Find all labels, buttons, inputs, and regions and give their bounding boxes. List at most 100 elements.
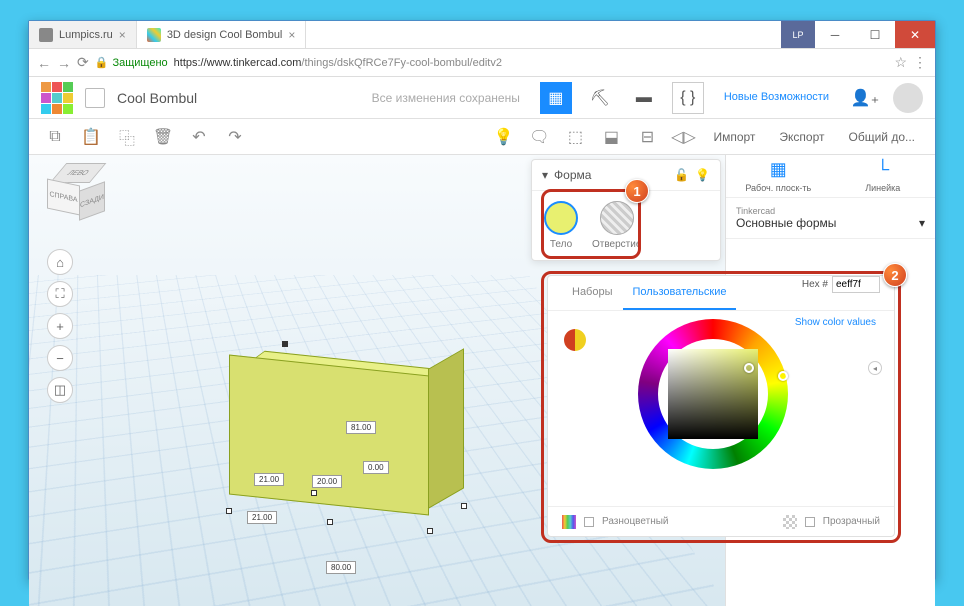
duplicate-button[interactable]: ⿻	[113, 123, 141, 151]
browser-window: Lumpics.ru × 3D design Cool Bombul × LP …	[28, 20, 936, 580]
code-blocks-button[interactable]: { }	[672, 82, 704, 114]
resize-handle[interactable]	[311, 490, 317, 496]
view-grid-button[interactable]: ▦	[540, 82, 572, 114]
url-field[interactable]: https://www.tinkercad.com/things/dskQfRC…	[174, 57, 889, 69]
bulb-icon[interactable]: 💡	[695, 168, 710, 182]
lock-icon[interactable]: 🔓	[674, 168, 689, 182]
window-controls: LP ─ ☐ ✕	[781, 21, 935, 48]
star-icon[interactable]: ☆	[894, 54, 907, 71]
dimension-label[interactable]: 21.00	[254, 473, 284, 486]
app-toolbar: ⧉ 📋 ⿻ 🗑 ↶ ↷ 💡 🗨 ⬚ ⬓ ⊟ ◁▷ Импорт Экспорт …	[29, 119, 935, 155]
shape-category-selector[interactable]: Tinkercad Основные формы▾	[726, 198, 935, 239]
panel-title: Форма	[554, 168, 591, 182]
tab-title: 3D design Cool Bombul	[167, 29, 283, 41]
transparent-checkbox[interactable]	[805, 517, 815, 527]
share-button[interactable]: Общий до...	[841, 130, 924, 144]
cube-front[interactable]: СПРАВА	[47, 178, 80, 215]
saturation-value-square[interactable]	[668, 349, 758, 439]
workplane-icon: ▦	[770, 159, 787, 180]
transparent-icon	[783, 515, 797, 529]
annotation-badge-2: 2	[883, 263, 907, 287]
mirror-button[interactable]: ◁▷	[669, 123, 697, 151]
group-button[interactable]: ⬚	[561, 123, 589, 151]
bulb-icon[interactable]: 💡	[489, 123, 517, 151]
tinkercad-logo-icon[interactable]	[41, 82, 73, 114]
hue-handle[interactable]	[778, 371, 788, 381]
hex-input-group: Hex #	[802, 276, 880, 293]
resize-handle[interactable]	[282, 341, 288, 347]
new-features-link[interactable]: Новые Возможности	[716, 91, 837, 104]
dimension-label[interactable]: 0.00	[363, 461, 389, 474]
tab-presets[interactable]: Наборы	[562, 276, 623, 310]
undo-button[interactable]: ↶	[185, 123, 213, 151]
resize-handle[interactable]	[327, 519, 333, 525]
redo-button[interactable]: ↷	[221, 123, 249, 151]
tab-lumpics[interactable]: Lumpics.ru ×	[29, 21, 137, 48]
hex-input[interactable]	[832, 276, 880, 293]
collapse-icon[interactable]: ▾	[542, 168, 548, 182]
secure-indicator[interactable]: 🔒 Защищено	[95, 56, 168, 69]
view-cube[interactable]: ЛЕВО СПРАВА СЗАДИ	[47, 163, 103, 219]
resize-handle[interactable]	[461, 503, 467, 509]
ortho-button[interactable]: ◫	[47, 377, 73, 403]
forward-icon[interactable]: →	[57, 55, 71, 71]
dimension-label[interactable]: 81.00	[346, 421, 376, 434]
lego-icon[interactable]: ▬	[628, 82, 660, 114]
lp-badge[interactable]: LP	[781, 21, 815, 48]
resize-handle[interactable]	[226, 508, 232, 514]
fit-view-button[interactable]: ⛶	[47, 281, 73, 307]
close-icon[interactable]: ×	[288, 28, 295, 42]
hole-swatch	[600, 201, 634, 235]
favicon-icon	[147, 28, 161, 42]
solid-option[interactable]: Тело	[544, 201, 578, 250]
view-controls: ⌂ ⛶ + − ◫	[47, 249, 73, 403]
copy-button[interactable]: ⧉	[41, 123, 69, 151]
color-picker-panel: Наборы Пользовательские Show color value…	[547, 275, 895, 537]
cube-side[interactable]: СЗАДИ	[79, 181, 105, 220]
export-button[interactable]: Экспорт	[771, 130, 832, 144]
pickaxe-icon[interactable]: ⛏	[584, 82, 616, 114]
reload-icon[interactable]: ⟳	[77, 54, 89, 71]
tab-custom[interactable]: Пользовательские	[623, 276, 737, 310]
project-name[interactable]: Cool Bombul	[117, 90, 197, 106]
dimension-label[interactable]: 20.00	[312, 475, 342, 488]
back-icon[interactable]: ←	[37, 55, 51, 71]
delete-button[interactable]: 🗑	[149, 123, 177, 151]
workplane-tool[interactable]: ▦ Рабоч. плоск-ть	[726, 155, 831, 197]
avatar[interactable]	[893, 83, 923, 113]
tab-tinkercad[interactable]: 3D design Cool Bombul ×	[137, 21, 307, 48]
hole-option[interactable]: Отверстие	[592, 201, 641, 250]
align-button[interactable]: ⊟	[633, 123, 661, 151]
multicolor-checkbox[interactable]	[584, 517, 594, 527]
show-values-link[interactable]: Show color values	[795, 317, 876, 328]
selected-shape[interactable]	[229, 355, 469, 515]
dimension-label[interactable]: 21.00	[247, 511, 277, 524]
zoom-out-button[interactable]: −	[47, 345, 73, 371]
maximize-button[interactable]: ☐	[855, 21, 895, 48]
tool-label: Линейка	[865, 183, 900, 193]
file-button[interactable]	[85, 88, 105, 108]
sv-handle[interactable]	[744, 363, 754, 373]
expand-icon[interactable]: ◂	[868, 361, 882, 375]
menu-icon[interactable]: ⋮	[913, 54, 927, 71]
home-view-button[interactable]: ⌂	[47, 249, 73, 275]
url-domain: https://www.tinkercad.com	[174, 57, 302, 69]
shape-properties-panel: ▾ Форма 🔓 💡 Тело Отверстие	[531, 159, 721, 261]
close-icon[interactable]: ×	[119, 28, 126, 42]
address-bar: ← → ⟳ 🔒 Защищено https://www.tinkercad.c…	[29, 49, 935, 77]
shape-face-front	[229, 354, 429, 515]
dimension-label[interactable]: 80.00	[326, 561, 356, 574]
minimize-button[interactable]: ─	[815, 21, 855, 48]
close-button[interactable]: ✕	[895, 21, 935, 48]
tool-label: Рабоч. плоск-ть	[745, 183, 811, 193]
current-color-swatch	[564, 329, 586, 351]
ungroup-button[interactable]: ⬓	[597, 123, 625, 151]
zoom-in-button[interactable]: +	[47, 313, 73, 339]
workspace[interactable]: ЛЕВО СПРАВА СЗАДИ ⌂ ⛶ + − ◫ 80.00 81.00 …	[29, 155, 935, 606]
invite-user-button[interactable]: 👤₊	[849, 82, 881, 114]
resize-handle[interactable]	[427, 528, 433, 534]
import-button[interactable]: Импорт	[705, 130, 763, 144]
ruler-tool[interactable]: └ Линейка	[831, 155, 936, 197]
paste-button[interactable]: 📋	[77, 123, 105, 151]
note-icon[interactable]: 🗨	[525, 123, 553, 151]
